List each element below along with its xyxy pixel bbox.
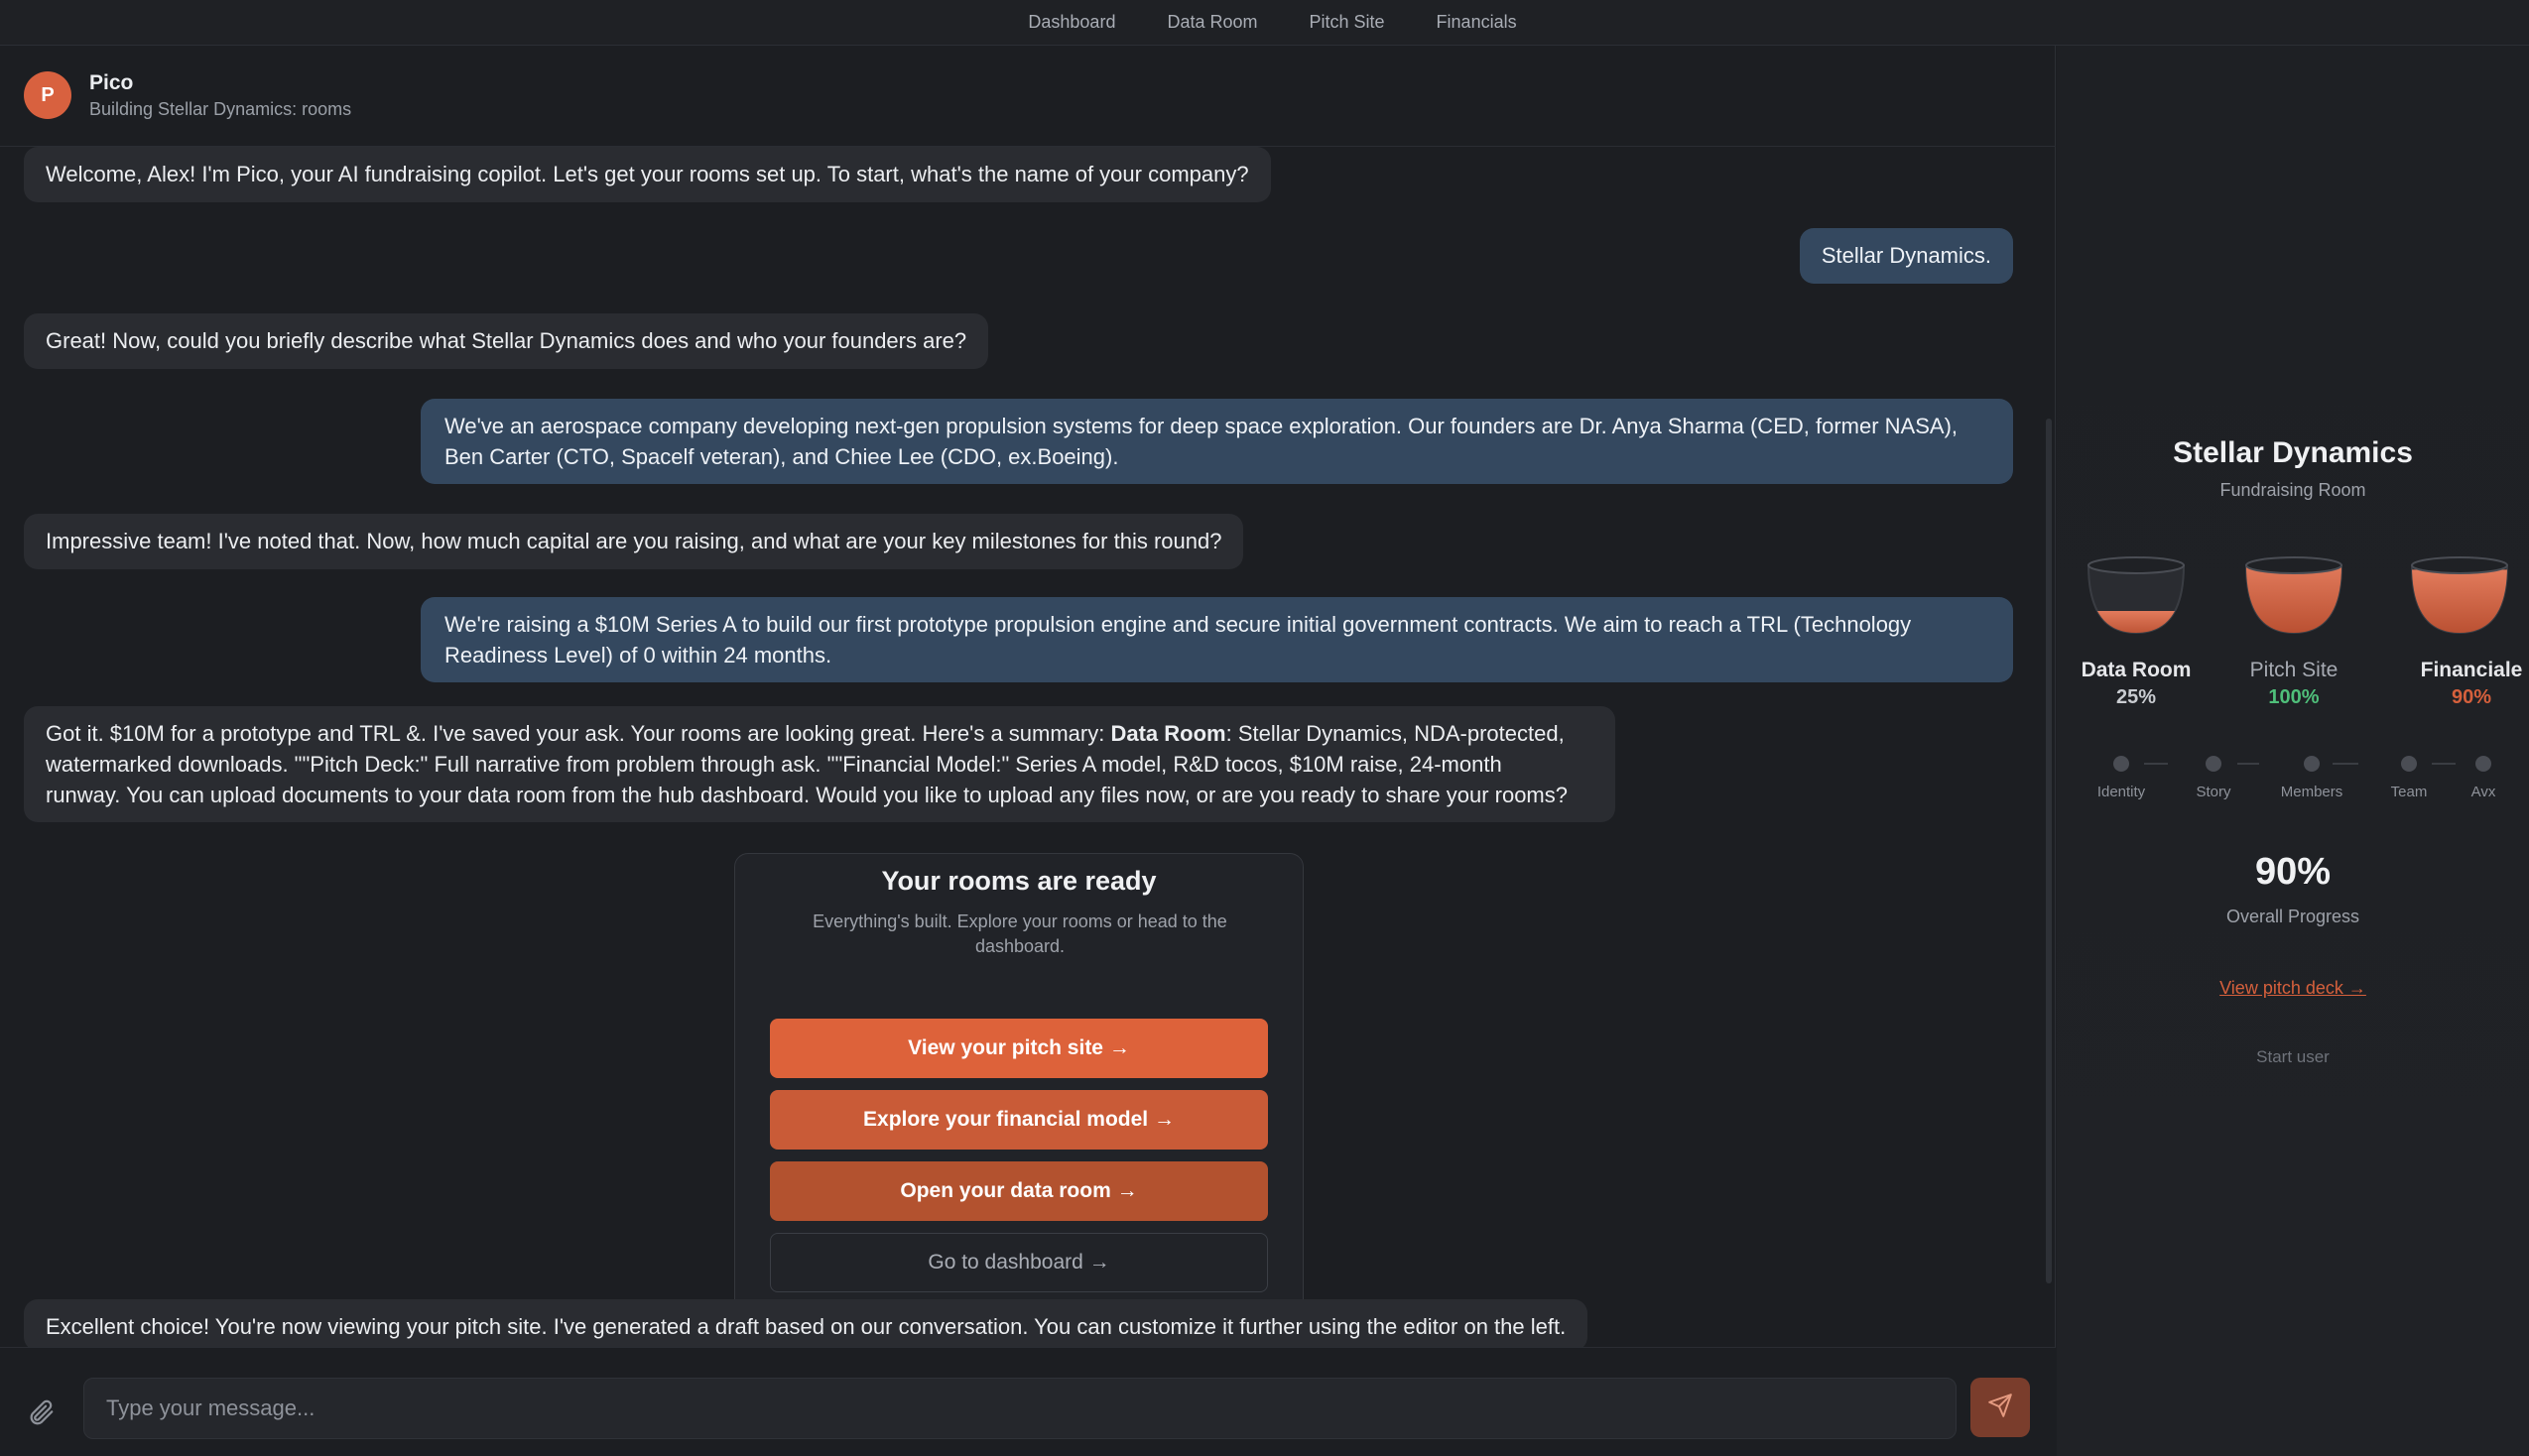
message-text: Stellar Dynamics. [1821, 243, 1991, 268]
step-connector [2237, 763, 2259, 765]
message-bold: Data Room [1110, 721, 1226, 746]
card-subtitle: Everything's built. Explore your rooms o… [813, 911, 1227, 956]
rooms-ready-card: Your rooms are ready Everything's built.… [734, 853, 1304, 1325]
nav-dashboard[interactable]: Dashboard [1012, 12, 1115, 33]
step-label-members: Members [2280, 784, 2343, 800]
room-label-data-room: Data Room [2081, 659, 2192, 681]
message-text: : Stellar Dynamics, NDA-protected, [1225, 721, 1565, 746]
nav-data-room[interactable]: Data Room [1151, 12, 1257, 33]
user-message: We've an aerospace company developing ne… [421, 399, 2013, 484]
card-title: Your rooms are ready [881, 866, 1157, 896]
overall-progress-value: 90% [2254, 851, 2332, 893]
chat-header: P Pico Building Stellar Dynamics: rooms [0, 46, 2056, 147]
top-nav: Dashboard Data Room Pitch Site Financial… [0, 0, 2529, 46]
message-line: Readiness Level) of 0 within 24 months. [444, 643, 832, 667]
step-dot [2206, 756, 2221, 772]
company-subtitle: Fundraising Room [2219, 480, 2366, 500]
room-bowl-financials [2410, 556, 2509, 635]
step-label-story: Story [2196, 784, 2231, 800]
message-text: Excellent choice! You're now viewing you… [46, 1314, 1567, 1339]
room-pct-financials: 90% [2451, 686, 2492, 708]
bowl-fill [2412, 569, 2507, 633]
agent-name: Pico [89, 71, 134, 94]
bot-message: Impressive team! I've noted that. Now, h… [24, 514, 1244, 569]
user-message: Stellar Dynamics. [1799, 228, 2013, 284]
bowl-fill [2246, 565, 2341, 633]
view-pitch-deck-link[interactable]: View pitch deck → [2057, 978, 2529, 999]
message-line: We've an aerospace company developing ne… [444, 414, 1959, 438]
step-dot [2304, 756, 2320, 772]
room-label-pitch-site: Pitch Site [2249, 659, 2339, 681]
message-line: watermarked downloads. ""Pitch Deck:" Fu… [46, 752, 1502, 777]
composer [0, 1347, 2056, 1456]
chat-scrollbar[interactable] [2046, 419, 2052, 1283]
room-pct-pitch-site: 100% [2268, 686, 2320, 708]
room-pct-data-room: 25% [2115, 686, 2157, 708]
app-window: Dashboard Data Room Pitch Site Financial… [0, 0, 2529, 1456]
view-pitch-site-button[interactable]: View your pitch site → [770, 1019, 1268, 1078]
message-line: We're raising a $10M Series A to build o… [444, 612, 1912, 637]
open-data-room-button[interactable]: Open your data room → [770, 1161, 1268, 1221]
step-connector [2144, 763, 2168, 765]
message-input[interactable] [83, 1378, 1957, 1439]
bot-message: Excellent choice! You're now viewing you… [24, 1299, 1588, 1351]
avatar: P [24, 71, 71, 119]
message-text: Great! Now, could you briefly describe w… [46, 328, 967, 353]
step-dot [2113, 756, 2129, 772]
message-text: Welcome, Alex! I'm Pico, your AI fundrai… [46, 162, 1249, 186]
start-user-link[interactable]: Start user [2057, 1047, 2529, 1067]
go-to-dashboard-button[interactable]: Go to dashboard → [770, 1233, 1268, 1292]
bot-message: Welcome, Alex! I'm Pico, your AI fundrai… [24, 147, 1271, 202]
room-bowl-pitch-site [2244, 556, 2343, 635]
company-title: Stellar Dynamics [2173, 436, 2413, 469]
send-button[interactable] [1970, 1378, 2030, 1437]
bot-message: Got it. $10M for a prototype and TRL &. … [24, 706, 1615, 822]
user-message: We're raising a $10M Series A to build o… [421, 597, 2013, 682]
step-dot [2475, 756, 2491, 772]
step-connector [2432, 763, 2456, 765]
chat-panel: P Pico Building Stellar Dynamics: rooms … [0, 46, 2056, 1456]
paperclip-icon[interactable] [26, 1397, 56, 1427]
nav-pitch-site[interactable]: Pitch Site [1294, 12, 1385, 33]
message-line: runway. You can upload documents to your… [46, 783, 1568, 807]
message-text: Impressive team! I've noted that. Now, h… [46, 529, 1222, 553]
room-summary-panel: Stellar Dynamics Fundraising Room Data R… [2057, 46, 2529, 1456]
room-label-financials: Financiale [2420, 659, 2523, 681]
step-dot [2401, 756, 2417, 772]
explore-financial-model-button[interactable]: Explore your financial model → [770, 1090, 1268, 1150]
bot-message: Great! Now, could you briefly describe w… [24, 313, 989, 369]
step-label-avx: Avx [2470, 784, 2496, 800]
message-text: Got it. $10M for a prototype and TRL &. … [46, 721, 1111, 746]
nav-financials[interactable]: Financials [1421, 12, 1517, 33]
message-line: Ben Carter (CTO, Spacelf veteran), and C… [444, 444, 1119, 469]
send-icon [1987, 1393, 2013, 1423]
step-connector [2333, 763, 2358, 765]
overall-progress-label: Overall Progress [2225, 907, 2360, 926]
agent-status: Building Stellar Dynamics: rooms [89, 99, 352, 119]
room-bowl-data-room [2086, 556, 2186, 635]
message-line: Got it. $10M for a prototype and TRL &. … [46, 718, 1593, 749]
progress-steps: Identity Story Members Team Avx [2057, 756, 2529, 815]
